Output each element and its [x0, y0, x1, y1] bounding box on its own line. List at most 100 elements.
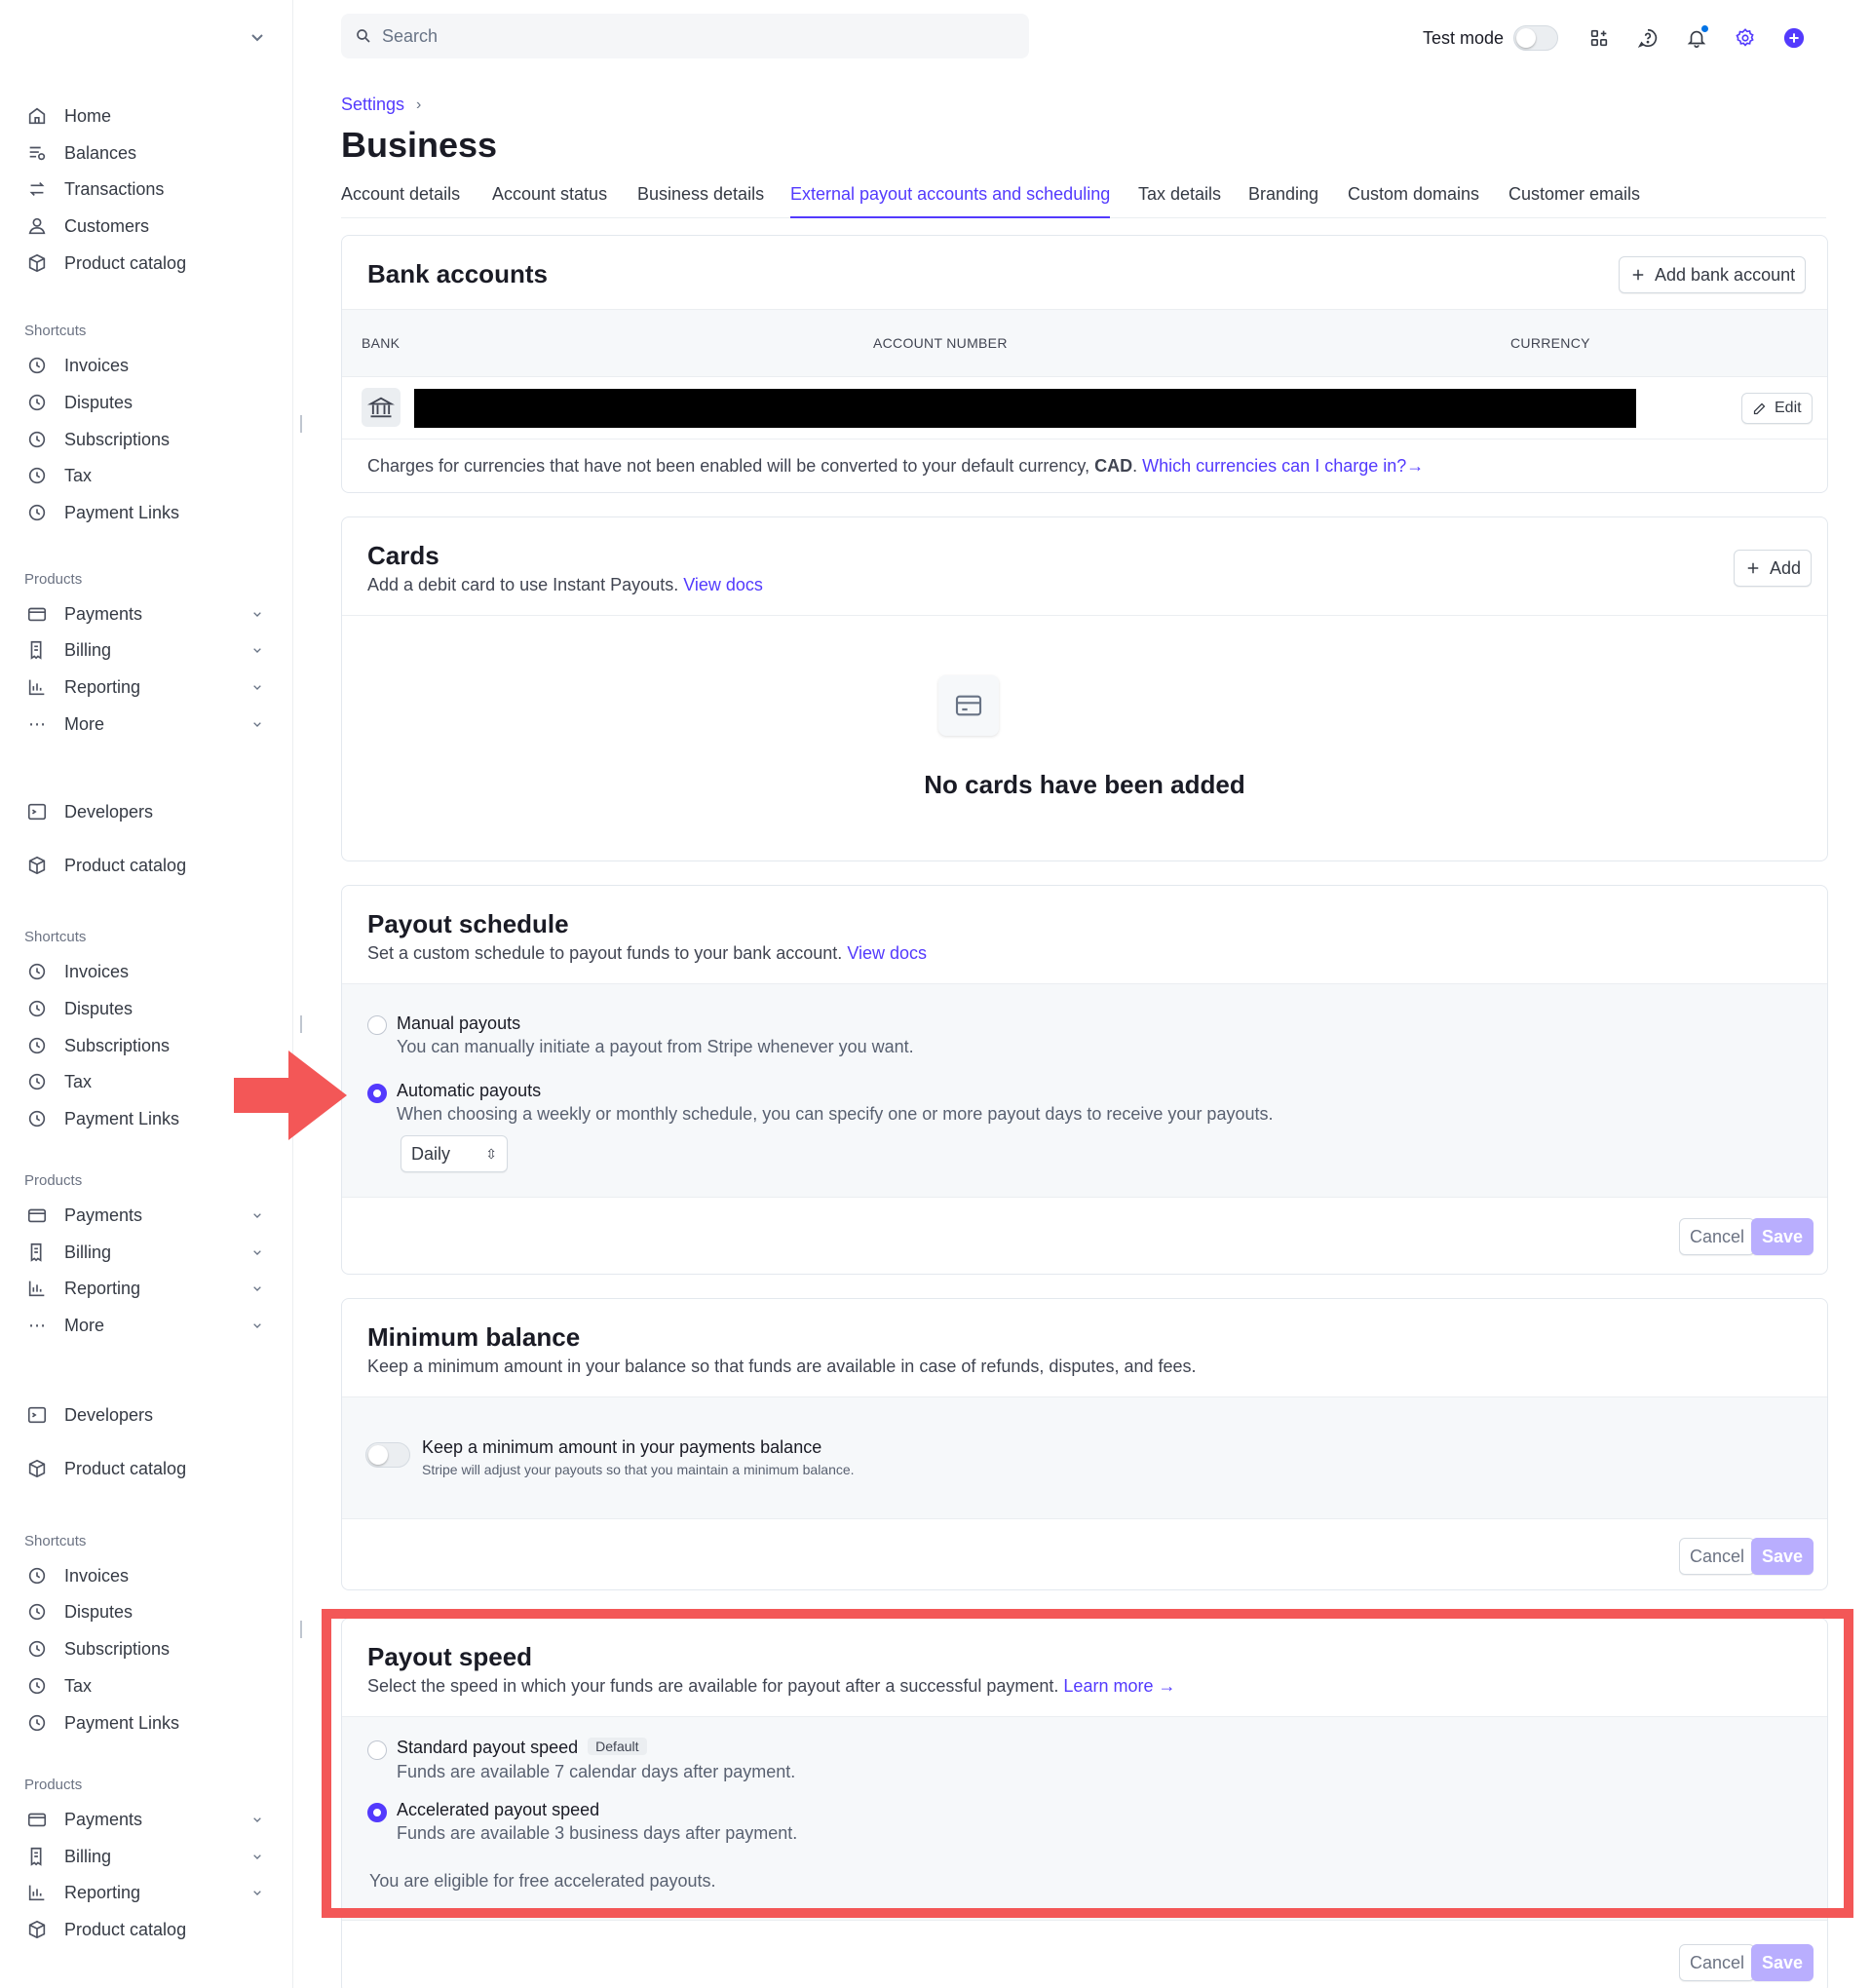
- tab-branding[interactable]: Branding: [1248, 181, 1318, 218]
- sidebar-item-billing[interactable]: Billing: [23, 1237, 261, 1268]
- minimum-balance-panel: [342, 1396, 1827, 1519]
- shortcut-tax[interactable]: Tax: [23, 1066, 92, 1097]
- help-icon[interactable]: [1634, 24, 1661, 52]
- minimum-balance-toggle[interactable]: [365, 1442, 410, 1468]
- tab-customer-emails[interactable]: Customer emails: [1508, 181, 1640, 218]
- notifications-bell-icon[interactable]: [1683, 24, 1710, 52]
- payout-speed-save-button[interactable]: Save: [1751, 1944, 1814, 1981]
- shortcut-label: Payment Links: [64, 502, 180, 522]
- resize-handle[interactable]: [300, 1015, 302, 1033]
- sidebar-item-payments[interactable]: Payments: [23, 598, 261, 630]
- manual-payouts-radio[interactable]: [367, 1015, 387, 1035]
- manual-payouts-label: Manual payouts: [397, 1013, 521, 1033]
- apps-icon[interactable]: [1585, 24, 1613, 52]
- create-plus-icon[interactable]: [1780, 24, 1808, 52]
- sidebar-item-label: Product catalog: [64, 855, 187, 875]
- shortcut-invoices[interactable]: Invoices: [23, 956, 129, 987]
- shortcut-tax[interactable]: Tax: [23, 1670, 92, 1701]
- shortcut-invoices[interactable]: Invoices: [23, 1560, 129, 1591]
- automatic-payouts-radio[interactable]: [367, 1084, 387, 1103]
- add-card-button[interactable]: Add: [1734, 550, 1813, 587]
- box-icon: [23, 249, 51, 277]
- tab-account-details[interactable]: Account details: [341, 181, 460, 218]
- search-input[interactable]: Search: [341, 14, 1029, 58]
- shortcut-label: Disputes: [64, 392, 134, 412]
- minimum-balance-cancel-button[interactable]: Cancel: [1679, 1538, 1756, 1575]
- shortcut-disputes[interactable]: Disputes: [23, 387, 133, 418]
- payout-schedule-view-docs-link[interactable]: View docs: [847, 943, 927, 963]
- tab-tax-details[interactable]: Tax details: [1138, 181, 1221, 218]
- account-switcher-chevron-icon[interactable]: [246, 25, 269, 49]
- chevron-down-icon: [248, 1316, 267, 1335]
- payout-frequency-select[interactable]: Daily ⇳: [401, 1135, 508, 1172]
- payout-speed-learn-more-link[interactable]: Learn more →: [1063, 1676, 1175, 1696]
- sidebar-item-payments[interactable]: Payments: [23, 1200, 261, 1231]
- chevron-down-icon: [248, 640, 267, 660]
- sidebar-item-product-catalog-2[interactable]: Product catalog: [23, 1453, 186, 1484]
- shortcut-payment-links[interactable]: Payment Links: [23, 1707, 179, 1739]
- sidebar-item-more[interactable]: ⋯ More: [23, 708, 261, 740]
- sidebar-item-home[interactable]: Home: [23, 100, 111, 132]
- shortcut-label: Subscriptions: [64, 1035, 171, 1055]
- shortcut-disputes[interactable]: Disputes: [23, 1596, 133, 1627]
- automatic-payouts-desc: When choosing a weekly or monthly schedu…: [397, 1104, 1274, 1124]
- test-mode-toggle[interactable]: [1513, 25, 1559, 51]
- payout-schedule-cancel-button[interactable]: Cancel: [1679, 1218, 1756, 1255]
- sidebar-item-developers[interactable]: Developers: [23, 796, 153, 827]
- tab-external-payout-accounts[interactable]: External payout accounts and scheduling: [790, 181, 1111, 218]
- sidebar-item-label: Developers: [64, 801, 154, 822]
- minimum-balance-save-button[interactable]: Save: [1751, 1538, 1814, 1575]
- sidebar-item-billing[interactable]: Billing: [23, 1841, 261, 1872]
- shortcut-disputes[interactable]: Disputes: [23, 993, 133, 1024]
- shortcut-payment-links[interactable]: Payment Links: [23, 497, 179, 528]
- sidebar-item-label: Reporting: [64, 1278, 141, 1298]
- add-card-label: Add: [1770, 557, 1802, 578]
- shortcut-subscriptions[interactable]: Subscriptions: [23, 424, 170, 455]
- terminal-icon: [23, 1401, 51, 1429]
- sidebar-item-product-catalog[interactable]: Product catalog: [23, 1914, 186, 1945]
- shortcut-label: Disputes: [64, 1601, 134, 1622]
- sidebar-item-transactions[interactable]: Transactions: [23, 173, 164, 205]
- shortcut-subscriptions[interactable]: Subscriptions: [23, 1030, 170, 1061]
- chevron-down-icon: [248, 604, 267, 624]
- standard-payout-speed-radio[interactable]: [367, 1740, 387, 1760]
- balances-icon: [23, 139, 51, 167]
- shortcut-subscriptions[interactable]: Subscriptions: [23, 1633, 170, 1664]
- chevron-down-icon: [248, 1242, 267, 1262]
- resize-handle[interactable]: [300, 415, 302, 433]
- sidebar-item-billing[interactable]: Billing: [23, 634, 261, 666]
- shortcut-tax[interactable]: Tax: [23, 460, 92, 491]
- sidebar-item-reporting[interactable]: Reporting: [23, 1273, 261, 1304]
- learn-more-label: Learn more: [1063, 1676, 1154, 1696]
- settings-gear-icon[interactable]: [1732, 24, 1759, 52]
- add-bank-account-button[interactable]: Add bank account: [1619, 256, 1807, 293]
- sidebar-item-payments[interactable]: Payments: [23, 1804, 261, 1835]
- clock-icon: [23, 389, 51, 416]
- tab-account-status[interactable]: Account status: [492, 181, 607, 218]
- shortcut-invoices[interactable]: Invoices: [23, 350, 129, 381]
- payout-schedule-save-button[interactable]: Save: [1751, 1218, 1814, 1255]
- chevron-down-icon: [248, 714, 267, 734]
- plus-icon: [1747, 562, 1759, 574]
- payout-speed-cancel-button[interactable]: Cancel: [1679, 1944, 1756, 1981]
- tab-business-details[interactable]: Business details: [637, 181, 764, 218]
- sidebar-item-reporting[interactable]: Reporting: [23, 671, 261, 703]
- cards-view-docs-link[interactable]: View docs: [683, 575, 763, 594]
- edit-bank-account-button[interactable]: Edit: [1741, 393, 1813, 424]
- shortcut-payment-links[interactable]: Payment Links: [23, 1103, 179, 1134]
- sidebar-item-balances[interactable]: Balances: [23, 137, 136, 169]
- accelerated-payout-speed-radio[interactable]: [367, 1803, 387, 1822]
- breadcrumb-settings-link[interactable]: Settings: [341, 95, 404, 115]
- sidebar-item-product-catalog[interactable]: Product catalog: [23, 248, 186, 279]
- settings-tabs: Account details Account status Business …: [341, 181, 1826, 218]
- sidebar-item-customers[interactable]: Customers: [23, 210, 149, 242]
- sidebar-item-product-catalog-2[interactable]: Product catalog: [23, 850, 186, 881]
- which-currencies-link[interactable]: Which currencies can I charge in?→: [1142, 456, 1424, 476]
- search-placeholder: Search: [382, 25, 439, 46]
- sidebar-item-reporting[interactable]: Reporting: [23, 1877, 261, 1908]
- sidebar-item-more[interactable]: ⋯ More: [23, 1310, 261, 1341]
- sidebar-item-developers[interactable]: Developers: [23, 1399, 153, 1431]
- resize-handle[interactable]: [300, 1621, 302, 1638]
- tab-custom-domains[interactable]: Custom domains: [1348, 181, 1479, 218]
- sidebar-item-label: Reporting: [64, 676, 141, 697]
